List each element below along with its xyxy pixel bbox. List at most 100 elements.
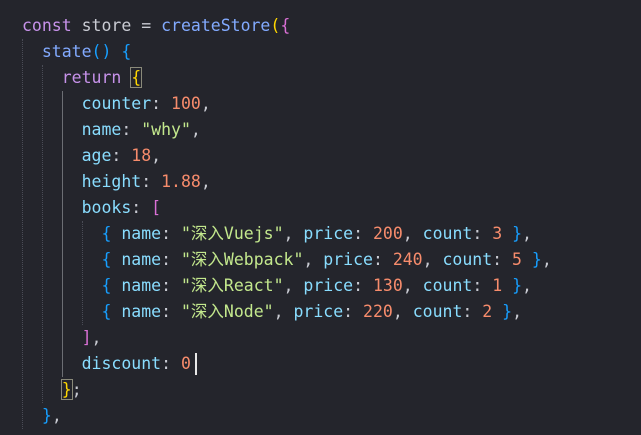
- code-token: 240: [392, 250, 423, 269]
- code-token: :: [472, 224, 493, 243]
- code-line[interactable]: ],: [22, 325, 102, 351]
- code-token: :: [343, 302, 364, 321]
- code-token: 5: [512, 250, 522, 269]
- code-token: ,: [512, 302, 522, 321]
- code-token: name: [121, 250, 162, 269]
- code-token: }: [60, 379, 73, 400]
- code-token: :: [161, 224, 181, 243]
- code-token: age: [81, 146, 112, 165]
- code-token: "深入Node": [180, 302, 274, 321]
- code-token: {: [101, 224, 112, 243]
- code-token: count: [442, 250, 493, 269]
- code-token: ,: [522, 224, 532, 243]
- code-token: :: [161, 276, 181, 295]
- code-token: return: [61, 68, 122, 87]
- code-line[interactable]: name: "why",: [22, 117, 201, 143]
- code-token: 18: [131, 146, 152, 165]
- code-token: {: [280, 16, 291, 35]
- code-token: "深入React": [180, 276, 284, 295]
- code-token: createStore: [161, 16, 271, 35]
- code-token: :: [131, 198, 152, 217]
- code-token: (): [91, 42, 112, 61]
- code-editor[interactable]: const store = createStore({ state() { re…: [0, 0, 641, 435]
- code-token: :: [121, 120, 142, 139]
- code-token: count: [412, 302, 463, 321]
- code-token: ,: [402, 276, 423, 295]
- code-token: (: [270, 16, 281, 35]
- code-token: :: [161, 250, 181, 269]
- code-token: 0: [180, 354, 191, 373]
- code-token: }: [531, 250, 542, 269]
- code-token: 2: [482, 302, 493, 321]
- code-token: }: [512, 276, 522, 295]
- code-token: ,: [51, 406, 62, 425]
- code-token: 220: [363, 302, 393, 321]
- code-token: 130: [372, 276, 403, 295]
- code-token: }: [41, 406, 52, 425]
- code-line[interactable]: counter: 100,: [22, 91, 211, 117]
- code-token: }: [512, 224, 522, 243]
- code-token: ,: [283, 224, 304, 243]
- code-token: 1: [492, 276, 503, 295]
- code-token: {: [121, 42, 132, 61]
- code-token: ,: [422, 250, 443, 269]
- code-token: ,: [402, 224, 423, 243]
- code-token: :: [161, 302, 181, 321]
- code-token: =: [141, 16, 152, 35]
- code-token: :: [372, 250, 393, 269]
- code-line[interactable]: { name: "深入Vuejs", price: 200, count: 3 …: [22, 221, 532, 247]
- code-token: :: [462, 302, 483, 321]
- code-token: height: [81, 172, 142, 191]
- code-token: "深入Webpack": [180, 250, 304, 269]
- code-line[interactable]: },: [22, 403, 62, 429]
- code-token: discount: [81, 354, 162, 373]
- code-line[interactable]: { name: "深入React", price: 130, count: 1 …: [22, 273, 531, 299]
- code-token: :: [111, 146, 132, 165]
- code-token: price: [323, 250, 373, 269]
- code-line[interactable]: books: [: [22, 195, 161, 221]
- code-token: price: [293, 302, 344, 321]
- code-token: ,: [283, 276, 304, 295]
- code-token: ,: [273, 302, 294, 321]
- code-token: :: [353, 276, 373, 295]
- code-token: store: [71, 16, 142, 35]
- code-token: [: [151, 198, 162, 217]
- code-token: ,: [541, 250, 552, 269]
- code-line[interactable]: state() {: [22, 39, 131, 65]
- code-line[interactable]: discount: 0: [22, 351, 191, 377]
- code-token: {: [101, 276, 112, 295]
- code-token: :: [353, 224, 373, 243]
- code-line[interactable]: height: 1.88,: [22, 169, 211, 195]
- code-token: {: [101, 302, 112, 321]
- code-token: counter: [81, 94, 152, 113]
- code-line[interactable]: { name: "深入Node", price: 220, count: 2 }…: [22, 299, 522, 325]
- code-token: count: [422, 224, 473, 243]
- code-line[interactable]: age: 18,: [22, 143, 162, 169]
- code-token: ]: [81, 328, 92, 347]
- code-token: :: [141, 172, 162, 191]
- code-line[interactable]: };: [22, 377, 82, 403]
- text-cursor: [194, 353, 197, 375]
- code-line[interactable]: { name: "深入Webpack", price: 240, count: …: [22, 247, 552, 273]
- code-token: 1.88: [161, 172, 201, 191]
- code-line[interactable]: return {: [22, 65, 143, 91]
- code-line[interactable]: const store = createStore({: [22, 13, 290, 39]
